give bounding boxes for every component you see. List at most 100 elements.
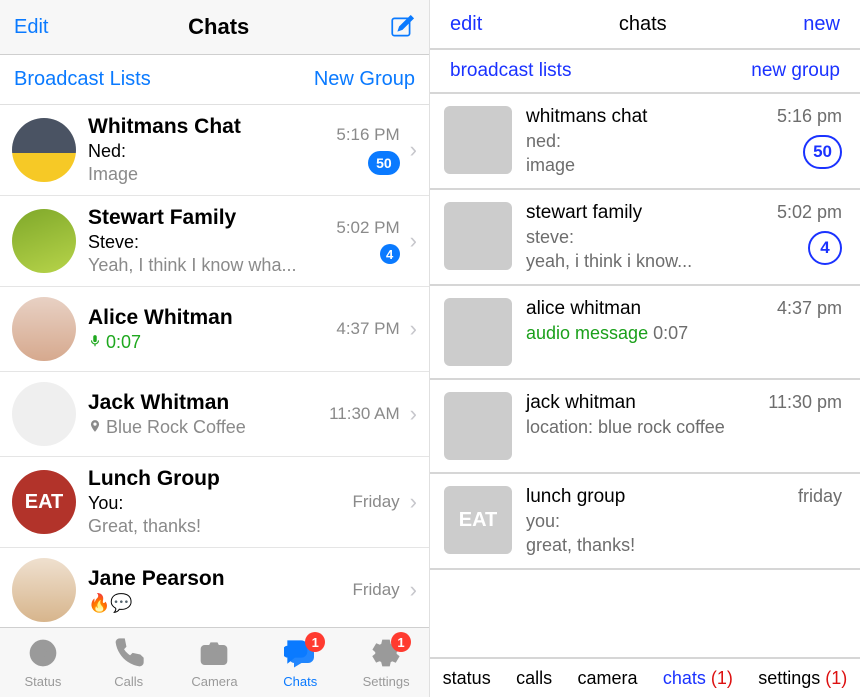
chat-row[interactable]: Whitmans ChatNed:Image5:16 PM50› — [0, 105, 429, 196]
audio-duration: 0:07 — [106, 332, 141, 353]
page-title: chats — [619, 13, 667, 36]
chat-name: Whitmans Chat — [88, 115, 316, 139]
tab-status[interactable]: status — [443, 668, 491, 689]
chat-preview-location: Blue Rock Coffee — [88, 417, 316, 438]
tab-chats[interactable]: chats (1) — [663, 668, 733, 689]
tab-badge: 1 — [391, 632, 411, 652]
chat-preview-audio: 0:07 — [88, 332, 316, 353]
tab-camera[interactable]: Camera — [172, 628, 258, 697]
chat-time: friday — [798, 486, 842, 507]
tab-settings[interactable]: Settings1 — [343, 628, 429, 697]
ios-panel: Edit Chats Broadcast Lists New Group Whi… — [0, 0, 430, 697]
chevron-right-icon: › — [404, 401, 423, 427]
chat-info: Stewart FamilySteve:Yeah, I think I know… — [76, 206, 316, 276]
camera-icon — [198, 637, 230, 672]
chat-sender: Steve: — [88, 232, 316, 253]
chat-time: 5:16 pm — [777, 106, 842, 127]
ios-header: Edit Chats — [0, 0, 429, 55]
chat-name: stewart family — [526, 202, 763, 224]
unread-badge: 50 — [803, 135, 842, 169]
compose-button[interactable] — [389, 14, 415, 40]
chat-preview: yeah, i think i know... — [526, 251, 763, 272]
new-button[interactable]: new — [803, 13, 840, 36]
chat-meta: 5:02 PM4 — [316, 218, 404, 264]
broadcast-lists-button[interactable]: Broadcast Lists — [14, 68, 151, 91]
tab-badge: 1 — [305, 632, 325, 652]
chat-info: Lunch GroupYou:Great, thanks! — [76, 467, 316, 537]
avatar: EAT — [12, 470, 76, 534]
location-text: Blue Rock Coffee — [106, 417, 246, 438]
chat-row[interactable]: Jack WhitmanBlue Rock Coffee 11:30 AM› — [0, 372, 429, 457]
chat-row[interactable]: alice whitmanaudio message 0:074:37 pm — [430, 286, 860, 380]
chat-row[interactable]: EATLunch GroupYou:Great, thanks! Friday› — [0, 457, 429, 548]
chat-row[interactable]: Jane Pearson🔥💬 Friday› — [0, 548, 429, 627]
chat-list[interactable]: Whitmans ChatNed:Image5:16 PM50›Stewart … — [0, 105, 429, 627]
tab-label: Calls — [114, 674, 143, 689]
broadcast-lists-button[interactable]: broadcast lists — [450, 60, 571, 82]
chat-time: Friday — [352, 492, 399, 512]
ios-tabbar: StatusCallsCameraChats1Settings1 — [0, 627, 429, 697]
chat-sender: ned: — [526, 131, 763, 152]
chat-name: Alice Whitman — [88, 306, 316, 330]
unread-badge: 4 — [808, 231, 842, 265]
avatar — [12, 558, 76, 622]
chat-name: Jack Whitman — [88, 391, 316, 415]
tab-calls[interactable]: Calls — [86, 628, 172, 697]
tab-label: camera — [577, 668, 637, 688]
chat-preview: Yeah, I think I know wha... — [88, 255, 316, 276]
tab-status[interactable]: Status — [0, 628, 86, 697]
accessible-panel: edit chats new broadcast lists new group… — [430, 0, 860, 697]
chat-info: Jane Pearson🔥💬 — [76, 567, 316, 614]
r-tabbar: status calls camera chats (1) settings (1) — [430, 657, 860, 697]
chat-row[interactable]: Alice Whitman0:074:37 PM› — [0, 287, 429, 372]
page-title: Chats — [188, 14, 249, 40]
chevron-right-icon: › — [404, 577, 423, 603]
chat-info: Jack WhitmanBlue Rock Coffee — [76, 391, 316, 438]
ios-subheader: Broadcast Lists New Group — [0, 55, 429, 105]
chat-row[interactable]: stewart familysteve:yeah, i think i know… — [430, 190, 860, 286]
tab-chats[interactable]: Chats 1 — [257, 628, 343, 697]
status-icon — [27, 637, 59, 672]
chat-row[interactable]: EATlunch groupyou:great, thanks!friday — [430, 474, 860, 570]
chat-time: 11:30 pm — [768, 392, 842, 413]
chat-name: Jane Pearson — [88, 567, 316, 591]
tab-camera[interactable]: camera — [577, 668, 637, 689]
chat-row[interactable]: whitmans chatned:image 5:16 pm 50 — [430, 94, 860, 190]
chat-info: lunch groupyou:great, thanks! — [526, 486, 784, 556]
chat-row[interactable]: Stewart FamilySteve:Yeah, I think I know… — [0, 196, 429, 287]
chat-time: 5:16 PM — [336, 125, 399, 145]
chat-info: Whitmans ChatNed:Image — [76, 115, 316, 185]
avatar — [444, 106, 512, 174]
chat-time: 5:02 pm — [777, 202, 842, 223]
chevron-right-icon: › — [404, 137, 423, 163]
tab-label: Chats — [283, 674, 317, 689]
chat-info: stewart familysteve:yeah, i think i know… — [526, 202, 763, 272]
chat-sender: you: — [526, 511, 784, 532]
avatar — [444, 392, 512, 460]
chevron-right-icon: › — [404, 228, 423, 254]
tab-settings[interactable]: settings (1) — [758, 668, 847, 689]
edit-button[interactable]: edit — [450, 13, 482, 36]
new-group-button[interactable]: new group — [751, 60, 840, 82]
chat-time: Friday — [352, 580, 399, 600]
chat-info: whitmans chatned:image — [526, 106, 763, 176]
chat-meta: 5:02 pm 4 — [777, 202, 842, 265]
chat-list[interactable]: whitmans chatned:image 5:16 pm 50 stewart f… — [430, 94, 860, 657]
chat-meta: 4:37 PM — [316, 319, 404, 339]
chat-time: 11:30 AM — [329, 404, 400, 424]
edit-button[interactable]: Edit — [14, 16, 48, 39]
chat-name: Stewart Family — [88, 206, 316, 230]
microphone-icon — [88, 332, 102, 353]
chat-meta: 11:30 pm — [768, 392, 842, 413]
chevron-right-icon: › — [404, 489, 423, 515]
chat-row[interactable]: jack whitmanlocation: blue rock coffee 11… — [430, 380, 860, 474]
chat-meta: 5:16 PM50 — [316, 125, 404, 175]
tab-count: (1) — [825, 668, 847, 688]
tab-label: status — [443, 668, 491, 688]
chat-info: jack whitmanlocation: blue rock coffee — [526, 392, 754, 438]
tab-label: calls — [516, 668, 552, 688]
tab-count: (1) — [711, 668, 733, 688]
location-pin-icon — [88, 417, 102, 438]
new-group-button[interactable]: New Group — [314, 68, 415, 91]
tab-calls[interactable]: calls — [516, 668, 552, 689]
